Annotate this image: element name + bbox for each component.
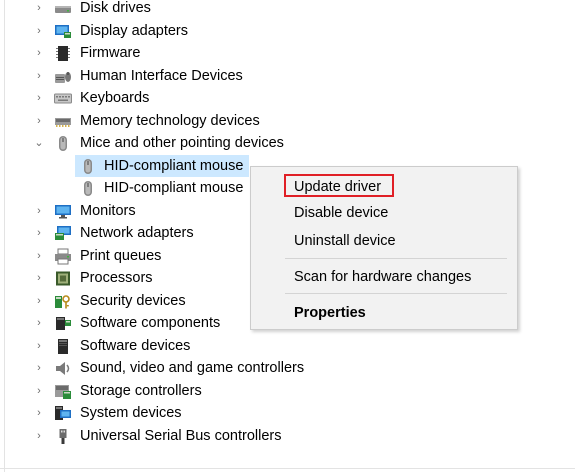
tree-item-label: Security devices xyxy=(80,292,186,309)
chevron-right-icon[interactable]: › xyxy=(33,380,45,403)
printer-icon xyxy=(54,248,72,265)
menu-item-label: Uninstall device xyxy=(294,233,396,249)
mouse-icon xyxy=(79,180,97,197)
tree-item-label: Universal Serial Bus controllers xyxy=(80,427,282,444)
security-device-icon xyxy=(54,293,72,310)
tree-item-label: Keyboards xyxy=(80,90,150,106)
chevron-right-icon[interactable]: › xyxy=(33,110,45,133)
software-device-icon xyxy=(54,338,72,355)
tree-item-mice-and-other-pointing-devices[interactable]: ⌄ Mice and other pointing devices xyxy=(0,132,575,155)
tree-item-label: Disk drives xyxy=(80,0,151,16)
chevron-right-icon[interactable]: › xyxy=(33,222,45,245)
tree-item-label: Print queues xyxy=(80,247,162,264)
firmware-icon xyxy=(54,45,72,62)
tree-item-label: Display adapters xyxy=(80,22,188,39)
window-bottom-border xyxy=(0,468,575,469)
network-adapter-icon xyxy=(54,225,72,242)
tree-item-label: HID-compliant mouse xyxy=(104,180,244,196)
tree-item-label: Sound, video and game controllers xyxy=(80,360,305,376)
tree-item-label: HID-compliant mouse xyxy=(104,157,244,174)
tree-item-system-devices[interactable]: › System devices xyxy=(0,402,575,425)
disk-drive-icon xyxy=(54,0,72,17)
monitor-icon xyxy=(54,203,72,220)
chevron-down-icon[interactable]: ⌄ xyxy=(33,132,45,155)
tree-item-firmware[interactable]: › Firmware xyxy=(0,42,575,65)
chevron-right-icon[interactable]: › xyxy=(33,42,45,65)
chevron-right-icon[interactable]: › xyxy=(33,335,45,358)
processor-icon xyxy=(54,270,72,287)
tree-item-label: Network adapters xyxy=(80,225,194,241)
chevron-right-icon[interactable]: › xyxy=(33,312,45,335)
chevron-right-icon[interactable]: › xyxy=(33,87,45,110)
tree-item-software-devices[interactable]: › Software devices xyxy=(0,335,575,358)
tree-item-storage-controllers[interactable]: › Storage controllers xyxy=(0,380,575,403)
tree-item-label: Software components xyxy=(80,315,221,331)
hid-icon xyxy=(54,68,72,85)
tree-item-label: Firmware xyxy=(80,45,141,61)
tree-item-label: Monitors xyxy=(80,202,136,219)
tree-item-memory-technology-devices[interactable]: › Memory technology devices xyxy=(0,110,575,133)
tree-item-label: Storage controllers xyxy=(80,382,202,399)
memory-device-icon xyxy=(54,113,72,130)
chevron-right-icon[interactable]: › xyxy=(33,267,45,290)
menu-item-disable-device[interactable]: Disable device xyxy=(251,201,517,225)
menu-item-scan-for-hardware-changes[interactable]: Scan for hardware changes xyxy=(251,265,517,289)
mouse-icon xyxy=(54,135,72,152)
storage-controller-icon xyxy=(54,383,72,400)
tree-item-label: Processors xyxy=(80,270,153,286)
chevron-right-icon[interactable]: › xyxy=(33,290,45,313)
mouse-icon xyxy=(79,158,97,175)
tree-item-keyboards[interactable]: › Keyboards xyxy=(0,87,575,110)
tree-item-universal-serial-bus-controllers[interactable]: › Universal Serial Bus controllers xyxy=(0,425,575,448)
tree-item-label: Memory technology devices xyxy=(80,112,260,129)
system-device-icon xyxy=(54,405,72,422)
menu-item-uninstall-device[interactable]: Uninstall device xyxy=(251,229,517,253)
tree-item-human-interface-devices[interactable]: › Human Interface Devices xyxy=(0,65,575,88)
usb-icon xyxy=(54,428,72,445)
chevron-right-icon[interactable]: › xyxy=(33,402,45,425)
menu-separator xyxy=(285,258,507,259)
chevron-right-icon[interactable]: › xyxy=(33,245,45,268)
menu-item-label: Properties xyxy=(294,305,366,321)
chevron-right-icon[interactable]: › xyxy=(33,357,45,380)
display-adapter-icon xyxy=(54,23,72,40)
menu-item-properties[interactable]: Properties xyxy=(251,301,517,325)
tree-item-label: System devices xyxy=(80,405,182,421)
tree-item-sound-video-and-game-controllers[interactable]: › Sound, video and game controllers xyxy=(0,357,575,380)
tree-item-display-adapters[interactable]: › Display adapters xyxy=(0,20,575,43)
tree-item-label: Human Interface Devices xyxy=(80,67,243,84)
tree-item-label: Mice and other pointing devices xyxy=(80,135,284,151)
menu-separator xyxy=(285,293,507,294)
tree-item-label: Software devices xyxy=(80,337,191,354)
chevron-right-icon[interactable]: › xyxy=(33,200,45,223)
update-driver-highlight xyxy=(284,174,394,197)
chevron-right-icon[interactable]: › xyxy=(33,425,45,448)
chevron-right-icon[interactable]: › xyxy=(33,20,45,43)
chevron-right-icon[interactable]: › xyxy=(33,0,45,20)
menu-item-label: Disable device xyxy=(294,205,389,221)
menu-item-label: Scan for hardware changes xyxy=(294,269,472,285)
tree-item-disk-drives[interactable]: › Disk drives xyxy=(0,0,575,20)
keyboard-icon xyxy=(54,90,72,107)
chevron-right-icon[interactable]: › xyxy=(33,65,45,88)
software-component-icon xyxy=(54,315,72,332)
sound-icon xyxy=(54,360,72,377)
